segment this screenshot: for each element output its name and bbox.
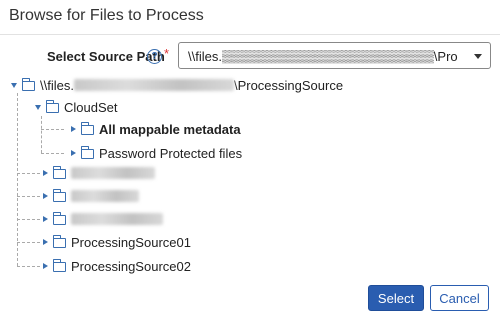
redacted-text [73, 79, 234, 91]
tree-node-processing-source-02[interactable]: ProcessingSource02 [43, 257, 191, 275]
dialog-title: Browse for Files to Process [9, 7, 204, 24]
tree-node-password-protected-files[interactable]: Password Protected files [71, 144, 242, 162]
tree-node-label: \ProcessingSource [233, 77, 344, 93]
tree-connector [17, 173, 40, 174]
tree-connector [41, 116, 42, 153]
expander-icon[interactable] [43, 239, 48, 245]
source-path-select[interactable]: \\files.▒▒▒▒▒▒▒▒▒▒▒▒▒▒▒▒▒▒▒▒▒▒▒\Processi… [178, 42, 491, 69]
expander-icon[interactable] [43, 216, 48, 222]
expander-icon[interactable] [43, 193, 48, 199]
tree-node-all-mappable-metadata[interactable]: All mappable metadata [71, 120, 241, 138]
caret-down-icon[interactable] [474, 54, 482, 59]
folder-icon [80, 145, 94, 159]
tree-node-redacted[interactable] [43, 187, 139, 205]
expander-icon[interactable] [43, 170, 48, 176]
tree-node-root[interactable]: \\files. \ProcessingSource [11, 76, 343, 94]
required-mark: * [164, 46, 170, 61]
source-path-select-value: \\files.▒▒▒▒▒▒▒▒▒▒▒▒▒▒▒▒▒▒▒▒▒▒▒\Processi… [188, 49, 458, 64]
expander-icon[interactable] [35, 104, 41, 110]
tree-node-label: CloudSet [64, 99, 118, 115]
tree-node-redacted[interactable] [43, 164, 155, 182]
tree-connector [41, 153, 64, 154]
expander-icon[interactable] [11, 82, 17, 88]
tree-connector [17, 219, 40, 220]
tree-node-cloudset[interactable]: CloudSet [35, 98, 117, 116]
cancel-button[interactable]: Cancel [430, 285, 489, 311]
folder-icon [80, 121, 94, 135]
folder-icon [45, 99, 59, 113]
expander-icon[interactable] [43, 263, 48, 269]
redacted-text [71, 167, 155, 179]
folder-icon [52, 211, 66, 225]
tree-node-label: Password Protected files [99, 145, 243, 161]
tree-node-redacted[interactable] [43, 210, 163, 228]
select-button[interactable]: Select [368, 285, 424, 311]
help-icon[interactable]: ? [147, 49, 162, 64]
folder-icon [52, 258, 66, 272]
folder-icon [52, 165, 66, 179]
tree-node-label: \\files. [40, 77, 74, 93]
tree-node-label: ProcessingSource01 [71, 234, 191, 250]
tree-node-label: All mappable metadata [99, 121, 241, 137]
expander-icon[interactable] [71, 150, 76, 156]
title-divider [0, 34, 500, 35]
expander-icon[interactable] [71, 126, 76, 132]
tree-node-label: ProcessingSource02 [71, 258, 191, 274]
tree-connector [41, 129, 64, 130]
tree-connector [17, 242, 40, 243]
folder-icon [52, 188, 66, 202]
tree-connector [17, 196, 40, 197]
tree-connector [17, 93, 18, 266]
tree-connector [17, 266, 40, 267]
redacted-text [71, 190, 139, 202]
folder-icon [21, 77, 35, 91]
redacted-text [71, 213, 163, 225]
tree-node-processing-source-01[interactable]: ProcessingSource01 [43, 233, 191, 251]
folder-icon [52, 234, 66, 248]
